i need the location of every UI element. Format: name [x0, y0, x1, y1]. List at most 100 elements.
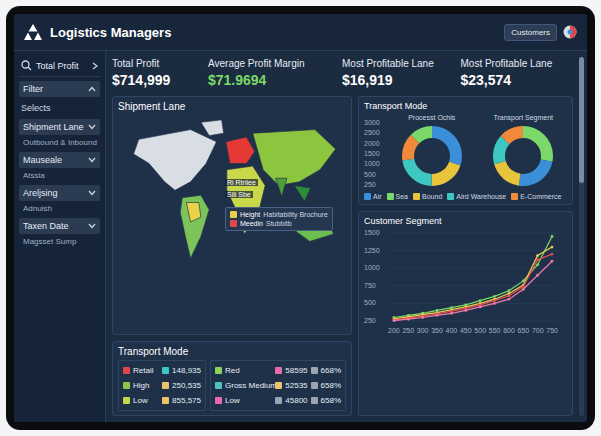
data-point[interactable]	[551, 235, 554, 238]
table-row[interactable]: Low45800658%	[215, 393, 341, 408]
data-point[interactable]	[536, 254, 539, 257]
donut-subtitle: Transport Segment	[493, 114, 553, 121]
search[interactable]: Total Profit	[19, 57, 100, 77]
donut-segment[interactable]	[499, 132, 547, 180]
right-column: Transport Mode 30002500200015001000500250…	[358, 96, 573, 416]
map-region[interactable]	[180, 195, 209, 258]
filter-toggle[interactable]: Filter	[19, 81, 100, 97]
data-point[interactable]	[479, 299, 482, 302]
series	[393, 260, 554, 322]
legend: AirSeaBoundAird WarehouseE-Commerce	[364, 193, 567, 200]
donut-segment[interactable]	[408, 132, 456, 180]
filter-group: AreljsingAdnuish	[19, 185, 100, 214]
data-point[interactable]	[479, 306, 482, 309]
value-swatch	[275, 382, 282, 389]
data-point[interactable]	[536, 274, 539, 277]
x-tick: 600	[503, 327, 515, 334]
donut[interactable]	[490, 123, 556, 189]
x-tick: 700	[532, 327, 544, 334]
row-label: Low	[225, 396, 272, 405]
plot: 200250300350400450500550600650700750	[388, 229, 558, 334]
table-row[interactable]: Red58595668%	[215, 363, 341, 378]
filter-dropdown[interactable]: Shipment Lane	[19, 119, 100, 135]
row-swatch	[215, 367, 222, 374]
data-point[interactable]	[536, 263, 539, 266]
avatar-icon[interactable]	[563, 25, 577, 39]
filter-dropdown-label: Shipment Lane	[23, 122, 84, 132]
series-line[interactable]	[394, 261, 552, 320]
filter-group: MausealeAtssia	[19, 152, 100, 181]
table-row[interactable]: Gross Medium52535658%	[215, 378, 341, 393]
data-point[interactable]	[522, 285, 525, 288]
row-value: 148,935	[172, 366, 201, 375]
data-point[interactable]	[464, 309, 467, 312]
map-tooltip: HeightHabitability BrochureMeedinStubbit…	[225, 207, 333, 231]
row-label: Retail	[133, 366, 159, 375]
data-point[interactable]	[551, 246, 554, 249]
donut-segment[interactable]	[408, 132, 456, 180]
data-point[interactable]	[493, 299, 496, 302]
donut[interactable]	[399, 123, 465, 189]
legend-swatch	[511, 193, 518, 200]
tooltip-value: Habitability Brochure	[263, 211, 328, 218]
kpi-label: Most Profitable Lane	[461, 58, 574, 69]
logo-icon	[24, 24, 42, 40]
data-point[interactable]	[436, 314, 439, 317]
panel-title: Transport Mode	[364, 101, 567, 111]
filter-dropdown[interactable]: Areljsing	[19, 185, 100, 201]
legend-item: Bound	[413, 193, 442, 200]
filter-dropdown[interactable]: Taxen Date	[19, 218, 100, 234]
donut-row: 30002500200015001000500250Processt Ochis…	[364, 114, 567, 189]
data-point[interactable]	[407, 318, 410, 321]
data-point[interactable]	[393, 319, 396, 322]
data-point[interactable]	[508, 294, 511, 297]
map-region[interactable]	[134, 130, 217, 191]
series-line[interactable]	[394, 254, 552, 320]
legend-label: E-Commerce	[520, 193, 561, 200]
data-point[interactable]	[450, 312, 453, 315]
header-actions: Customers	[504, 24, 577, 41]
tooltip-label: Meedin	[240, 220, 263, 227]
donut-segment[interactable]	[499, 132, 547, 180]
data-point[interactable]	[493, 295, 496, 298]
table-row[interactable]: Retail 148,935	[123, 363, 201, 378]
map-region[interactable]	[294, 185, 311, 201]
row-swatch	[123, 397, 130, 404]
customers-button[interactable]: Customers	[504, 24, 557, 41]
data-point[interactable]	[493, 302, 496, 305]
table-row[interactable]: High250,535	[123, 378, 201, 393]
brand[interactable]: Logistics Managers	[24, 24, 171, 40]
data-point[interactable]	[551, 260, 554, 263]
map-region[interactable]	[201, 120, 224, 136]
legend-label: Bound	[422, 193, 442, 200]
map-region[interactable]	[227, 166, 265, 234]
row-percent: 658%	[321, 396, 341, 405]
donut-segment[interactable]	[408, 132, 456, 180]
data-point[interactable]	[393, 319, 396, 322]
map-panel: Shipment LaneRi RtriieeSili SbeHeightHab…	[112, 96, 352, 335]
data-point[interactable]	[536, 258, 539, 261]
donut-segment[interactable]	[499, 132, 547, 180]
donut-segment[interactable]	[499, 132, 547, 180]
scrollbar[interactable]	[579, 57, 584, 416]
filter-value: Magsset Sump	[19, 236, 100, 247]
map-region[interactable]	[253, 130, 336, 186]
row-value: 855,575	[172, 396, 201, 405]
donut-segment[interactable]	[408, 132, 456, 180]
table-row[interactable]: Low855,575	[123, 393, 201, 408]
data-point[interactable]	[421, 316, 424, 319]
map-region[interactable]	[276, 178, 287, 196]
data-point[interactable]	[508, 289, 511, 292]
data-point[interactable]	[508, 298, 511, 301]
map-region[interactable]	[226, 137, 255, 164]
tables: Retail148,935High250,535Low855,575Red585…	[118, 360, 346, 411]
filter-dropdown[interactable]: Mauseale	[19, 152, 100, 168]
scrollbar-thumb[interactable]	[579, 57, 584, 183]
line-plot[interactable]	[388, 229, 558, 325]
donut-segment[interactable]	[408, 132, 456, 180]
y-tick: 2000	[364, 140, 384, 148]
data-point[interactable]	[551, 253, 554, 256]
donut-segment[interactable]	[499, 132, 547, 180]
map-region[interactable]	[186, 203, 201, 222]
data-point[interactable]	[522, 288, 525, 291]
